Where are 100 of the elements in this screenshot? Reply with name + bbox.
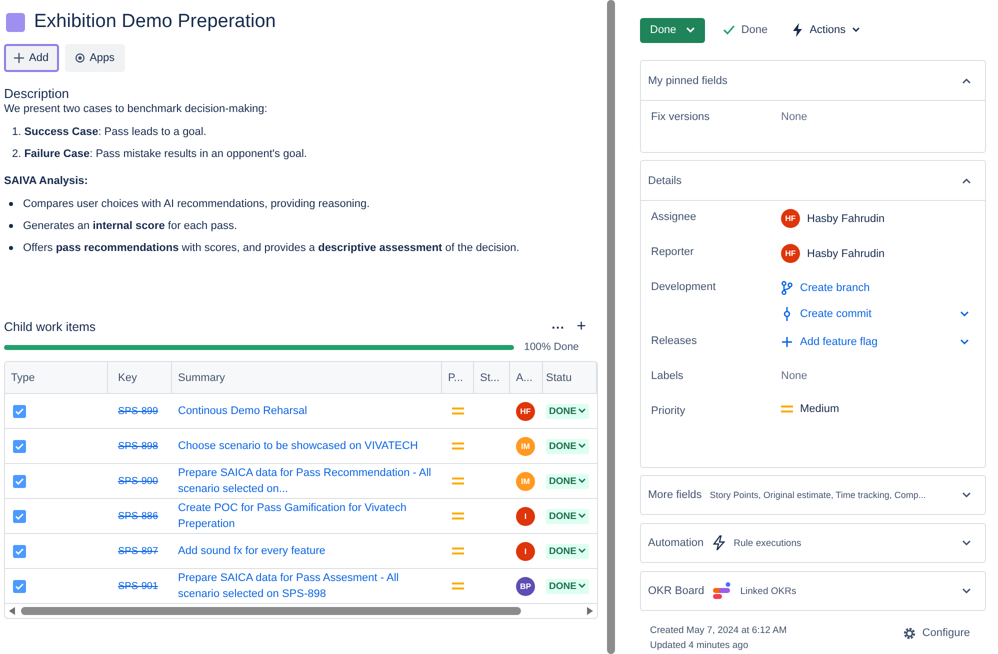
medium-priority-icon	[452, 582, 464, 590]
medium-priority-icon	[781, 405, 793, 413]
actions-button[interactable]: Actions	[786, 22, 866, 38]
section-title: OKR Board	[648, 585, 704, 597]
checkbox[interactable]	[13, 440, 26, 452]
chevron-down-icon[interactable]	[960, 310, 969, 316]
status-dropdown[interactable]: DONE	[546, 404, 590, 418]
chevron-down-icon	[686, 27, 696, 33]
work-item-key-link[interactable]: SPS-899	[118, 406, 158, 416]
analysis-heading: SAIVA Analysis:	[4, 175, 89, 187]
plus-icon	[14, 53, 24, 63]
chevron-icon[interactable]	[962, 78, 971, 84]
checkbox[interactable]	[13, 580, 26, 592]
collapsed-section[interactable]: Automation Rule executions	[640, 523, 986, 563]
section-summary: Linked OKRs	[740, 586, 798, 596]
chevron-icon[interactable]	[962, 178, 971, 184]
field-value[interactable]: None	[781, 368, 808, 382]
lightning-icon	[712, 535, 726, 551]
work-item-key-link[interactable]: SPS-886	[118, 510, 158, 522]
checkbox[interactable]	[13, 544, 26, 558]
assignee-avatar: IM	[516, 436, 535, 456]
column-header[interactable]: Key	[108, 362, 172, 393]
medium-priority-icon	[452, 512, 464, 520]
panel-title: Details	[648, 174, 683, 186]
description-heading: Description	[4, 86, 70, 101]
medium-priority-icon	[452, 407, 464, 415]
vertical-scrollbar[interactable]	[607, 0, 615, 654]
updated-date: Updated 4 minutes ago	[650, 640, 750, 651]
field-label: Reporter	[651, 245, 695, 258]
chevron-down-icon	[578, 443, 586, 449]
column-header[interactable]: Statu	[543, 362, 597, 393]
work-item-key-link[interactable]: SPS-898	[118, 440, 158, 452]
create-link[interactable]: Create branch	[800, 282, 975, 294]
work-item-key-link[interactable]: SPS-901	[118, 580, 158, 592]
plus-icon	[781, 334, 793, 348]
bullet-icon	[9, 202, 13, 206]
status-dropdown[interactable]: DONE	[546, 474, 590, 488]
create-link[interactable]: Create commit	[800, 308, 953, 320]
status-dropdown[interactable]: DONE	[546, 508, 590, 524]
chevron-icon[interactable]	[962, 492, 971, 498]
more-button[interactable]: ···	[546, 320, 571, 334]
collapsed-section[interactable]: More fields Story Points, Original estimate, Time tracking, Comp...	[640, 475, 986, 515]
add-button[interactable]: Add	[4, 44, 59, 72]
medium-priority-icon	[452, 442, 464, 450]
chevron-icon[interactable]	[962, 540, 971, 546]
lightning-icon	[792, 23, 804, 37]
user-name[interactable]: Hasby Fahrudin	[807, 248, 885, 260]
assignee-avatar: I	[516, 506, 535, 526]
user-avatar: HF	[781, 244, 800, 263]
horizontal-scrollbar[interactable]	[21, 607, 521, 615]
column-header[interactable]: P...	[442, 362, 474, 393]
work-item-summary-link[interactable]: Prepare SAICA data for Pass Assesment - All scenario selected on SPS-898	[178, 570, 436, 602]
progress-label: 100% Done	[524, 341, 579, 353]
field-label: Development	[651, 280, 717, 293]
scroll-left-icon[interactable]	[9, 607, 15, 615]
analysis-list-item: Compares user choices with AI recommendations, providing reasoning.	[23, 197, 370, 211]
chevron-down-icon	[852, 27, 860, 33]
column-header[interactable]: A...	[510, 362, 543, 393]
column-header[interactable]: Type	[5, 362, 108, 393]
field-label: Fix versions	[651, 110, 711, 123]
epic-icon	[6, 12, 25, 32]
field-value[interactable]: Medium	[800, 403, 840, 415]
scroll-right-icon[interactable]	[587, 607, 593, 615]
chevron-down-icon	[578, 513, 586, 519]
status-dropdown[interactable]: DONE	[546, 438, 590, 454]
status-dropdown[interactable]: DONE	[546, 578, 590, 594]
work-item-title: Exhibition Demo Preperation	[34, 11, 276, 33]
column-header[interactable]: Summary	[172, 362, 442, 393]
checkbox[interactable]	[13, 404, 26, 418]
create-link[interactable]: Add feature flag	[800, 336, 953, 348]
checkbox[interactable]	[13, 474, 26, 488]
chevron-down-icon	[578, 583, 586, 589]
user-name[interactable]: Hasby Fahrudin	[807, 212, 885, 224]
branch-icon	[781, 280, 793, 294]
field-value[interactable]: None	[781, 109, 808, 123]
work-item-key-link[interactable]: SPS-900	[118, 476, 158, 486]
work-item-summary-link[interactable]: Add sound fx for every feature	[178, 543, 326, 559]
work-item-key-link[interactable]: SPS-897	[118, 546, 158, 556]
work-item-summary-link[interactable]: Create POC for Pass Gamification for Vivatech Preperation	[178, 500, 436, 532]
chevron-down-icon[interactable]	[960, 338, 969, 344]
work-item-summary-link[interactable]: Continous Demo Reharsal	[178, 403, 308, 419]
section-summary: Rule executions	[734, 538, 802, 548]
checkbox[interactable]	[13, 510, 26, 522]
status-dropdown[interactable]: DONE	[546, 544, 590, 558]
child-items-heading: Child work items	[4, 320, 97, 334]
column-header[interactable]: St...	[474, 362, 510, 393]
medium-priority-icon	[452, 477, 464, 485]
work-item-summary-link[interactable]: Prepare SAICA data for Pass Recommendation - All scenario selected on...	[178, 465, 436, 497]
collapsed-section[interactable]: OKR Board Linked OKRs	[640, 571, 986, 611]
chevron-icon[interactable]	[962, 588, 971, 594]
list-number: 1.	[12, 125, 22, 139]
add-child-button[interactable]: +	[570, 318, 592, 336]
status-button[interactable]: Done	[640, 18, 706, 42]
configure-button[interactable]: Configure	[897, 625, 976, 641]
apps-button[interactable]: Apps	[64, 44, 125, 72]
chevron-down-icon	[578, 478, 586, 484]
chevron-down-icon	[578, 408, 586, 414]
case-list-item: Success Case: Pass leads to a goal.	[24, 125, 206, 139]
panel-title: My pinned fields	[648, 74, 728, 86]
work-item-summary-link[interactable]: Choose scenario to be showcased on VIVATECH	[178, 438, 418, 454]
